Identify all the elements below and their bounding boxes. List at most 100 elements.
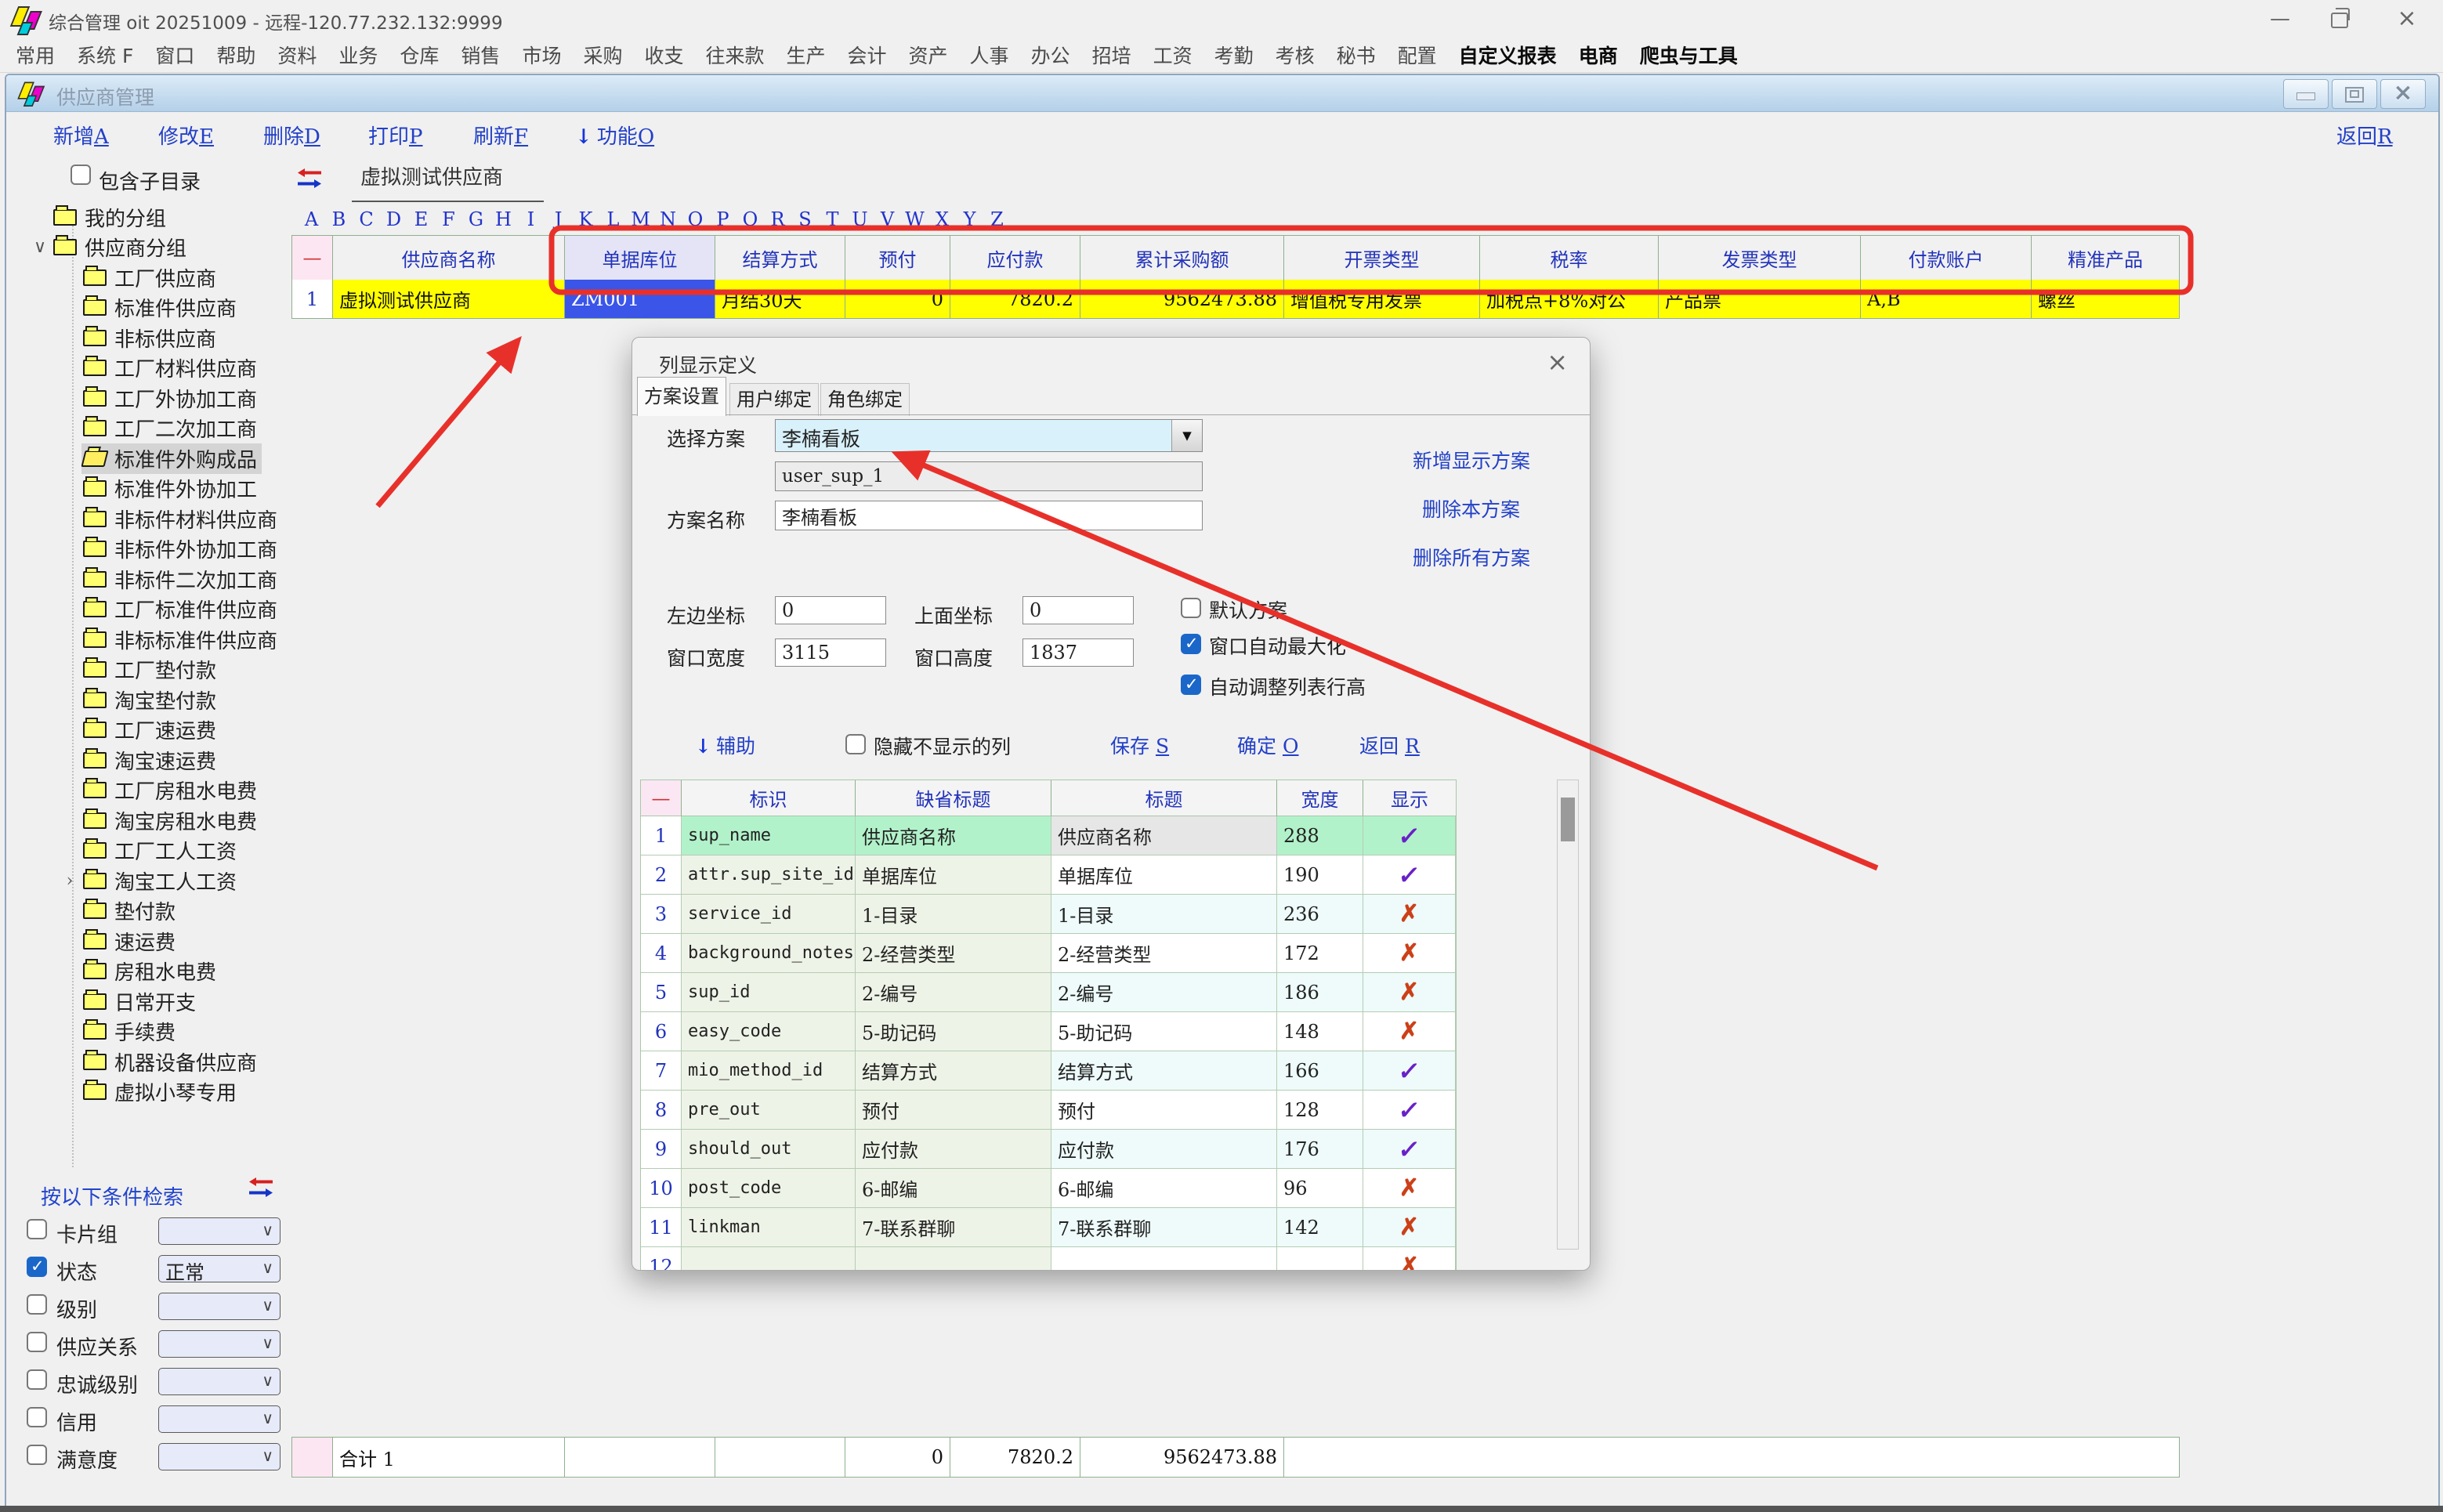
col-header-10[interactable]: 付款账户: [1861, 236, 2032, 280]
grid-cell-5-5[interactable]: ✗: [1363, 973, 1456, 1012]
alpha-P[interactable]: P: [709, 208, 737, 230]
tree-item-28[interactable]: 机器设备供应商: [9, 1047, 290, 1077]
alpha-O[interactable]: O: [682, 208, 709, 230]
grid-cell-4-3[interactable]: 2-经营类型: [1051, 934, 1277, 973]
grid-cell-6-3[interactable]: 5-助记码: [1051, 1012, 1277, 1051]
alpha-E[interactable]: E: [407, 208, 435, 230]
grid-cell-8-2[interactable]: 预付: [856, 1091, 1051, 1130]
grid-cell-10-2[interactable]: 6-邮编: [856, 1169, 1051, 1208]
filter-checkbox-2[interactable]: [27, 1294, 47, 1315]
menu-item-17[interactable]: 招培: [1081, 41, 1142, 69]
row-cell-1[interactable]: 虚拟测试供应商: [333, 280, 565, 318]
grid-cell-10-0[interactable]: 10: [641, 1169, 682, 1208]
alpha-K[interactable]: K: [572, 208, 599, 230]
tree-item-0[interactable]: 我的分组: [9, 202, 290, 233]
row-cell-4[interactable]: 0: [845, 280, 950, 318]
menu-item-24[interactable]: 电商: [1568, 41, 1629, 69]
grid-cell-9-4[interactable]: 176: [1277, 1130, 1363, 1169]
grid-row-11[interactable]: 11linkman7-联系群聊7-联系群聊142✗: [641, 1208, 1456, 1247]
helper-button[interactable]: ↓辅助: [695, 731, 755, 759]
grid-cell-8-1[interactable]: pre_out: [682, 1091, 856, 1130]
col-header-1[interactable]: 供应商名称: [333, 236, 565, 280]
grid-row-3[interactable]: 3service_id1-目录1-目录236✗: [641, 895, 1456, 934]
menu-item-10[interactable]: 收支: [633, 41, 694, 69]
tree-item-21[interactable]: 工厂工人工资: [9, 836, 290, 866]
menu-item-1[interactable]: 系统 F: [66, 41, 144, 69]
tree-item-27[interactable]: 手续费: [9, 1017, 290, 1047]
alpha-C[interactable]: C: [353, 208, 380, 230]
grid-cell-7-4[interactable]: 166: [1277, 1051, 1363, 1091]
grid-cell-3-0[interactable]: 3: [641, 895, 682, 934]
tree-item-23[interactable]: 垫付款: [9, 896, 290, 927]
menu-item-16[interactable]: 办公: [1020, 41, 1081, 69]
grid-cell-11-2[interactable]: 7-联系群聊: [856, 1208, 1051, 1247]
tree-item-26[interactable]: 日常开支: [9, 986, 290, 1017]
delete-plan-link[interactable]: 删除本方案: [1422, 494, 1520, 523]
grid-cell-6-2[interactable]: 5-助记码: [856, 1012, 1051, 1051]
tree-item-25[interactable]: 房租水电费: [9, 957, 290, 987]
menu-item-4[interactable]: 资料: [266, 41, 328, 69]
grid-cell-9-0[interactable]: 9: [641, 1130, 682, 1169]
grid-cell-2-5[interactable]: ✓: [1363, 855, 1456, 895]
menu-item-2[interactable]: 窗口: [144, 41, 205, 69]
grid-cell-11-0[interactable]: 11: [641, 1208, 682, 1247]
grid-cell-8-0[interactable]: 8: [641, 1091, 682, 1130]
grid-cell-7-1[interactable]: mio_method_id: [682, 1051, 856, 1091]
grid-row-6[interactable]: 6easy_code5-助记码5-助记码148✗: [641, 1012, 1456, 1051]
grid-cell-3-2[interactable]: 1-目录: [856, 895, 1051, 934]
grid-cell-8-3[interactable]: 预付: [1051, 1091, 1277, 1130]
grid-cell-10-4[interactable]: 96: [1277, 1169, 1363, 1208]
filter-checkbox-0[interactable]: [27, 1219, 47, 1239]
grid-cell-5-4[interactable]: 186: [1277, 973, 1363, 1012]
alpha-F[interactable]: F: [435, 208, 462, 230]
tree-item-6[interactable]: 工厂外协加工商: [9, 383, 290, 414]
delete-all-plans-link[interactable]: 删除所有方案: [1413, 543, 1530, 571]
col-header-9[interactable]: 发票类型: [1659, 236, 1861, 280]
default-plan-checkbox[interactable]: 默认方案: [1181, 598, 1201, 618]
alpha-G[interactable]: G: [462, 208, 490, 230]
menu-item-25[interactable]: 爬虫与工具: [1629, 41, 1749, 69]
alpha-W[interactable]: W: [901, 208, 928, 230]
function-button[interactable]: ↓功能O: [575, 121, 654, 150]
row-cell-11[interactable]: 螺丝: [2032, 280, 2179, 318]
grid-cell-1-5[interactable]: ✓: [1363, 816, 1456, 855]
grid-cell-4-5[interactable]: ✗: [1363, 934, 1456, 973]
print-button[interactable]: 打印P: [368, 121, 423, 150]
grid-cell-12-3[interactable]: [1051, 1247, 1277, 1271]
grid-row-7[interactable]: 7mio_method_id结算方式结算方式166✓: [641, 1051, 1456, 1091]
alpha-U[interactable]: U: [846, 208, 874, 230]
tree-item-10[interactable]: 非标件材料供应商: [9, 504, 290, 534]
alpha-V[interactable]: V: [874, 208, 901, 230]
menu-item-22[interactable]: 配置: [1387, 41, 1448, 69]
grid-cell-2-3[interactable]: 单据库位: [1051, 855, 1277, 895]
menu-item-14[interactable]: 资产: [898, 41, 959, 69]
alpha-I[interactable]: I: [517, 208, 545, 230]
alpha-D[interactable]: D: [380, 208, 407, 230]
menu-item-18[interactable]: 工资: [1142, 41, 1203, 69]
grid-cell-12-5[interactable]: ✗: [1363, 1247, 1456, 1271]
back-button[interactable]: 返回 R: [1359, 731, 1420, 759]
row-cell-9[interactable]: 产品票: [1659, 280, 1861, 318]
grid-cell-11-4[interactable]: 142: [1277, 1208, 1363, 1247]
tree-item-16[interactable]: 淘宝垫付款: [9, 685, 290, 715]
grid-cell-1-3[interactable]: 供应商名称: [1051, 816, 1277, 855]
grid-row-12[interactable]: 12✗: [641, 1247, 1456, 1271]
auto-row-height-checkbox[interactable]: 自动调整列表行高: [1181, 675, 1201, 695]
plan-select[interactable]: 李楠看板 ▼: [775, 419, 1203, 452]
menu-item-9[interactable]: 采购: [572, 41, 633, 69]
alpha-X[interactable]: X: [928, 208, 956, 230]
grid-col-header-2[interactable]: 缺省标题: [856, 780, 1051, 816]
grid-col-header-4[interactable]: 宽度: [1277, 780, 1363, 816]
tab-supplier[interactable]: 虚拟测试供应商: [360, 161, 503, 190]
tree-item-22[interactable]: ›淘宝工人工资: [9, 866, 290, 896]
delete-button[interactable]: 删除D: [263, 121, 320, 150]
grid-col-header-0[interactable]: —: [641, 780, 682, 816]
grid-cell-2-2[interactable]: 单据库位: [856, 855, 1051, 895]
row-cell-5[interactable]: 7820.2: [950, 280, 1080, 318]
filter-dropdown-6[interactable]: ∨: [158, 1443, 280, 1470]
col-header-5[interactable]: 应付款: [950, 236, 1080, 280]
filter-dropdown-0[interactable]: ∨: [158, 1217, 280, 1245]
window-minimize-icon[interactable]: [2283, 79, 2329, 109]
tree-item-19[interactable]: 工厂房租水电费: [9, 776, 290, 806]
grid-cell-9-2[interactable]: 应付款: [856, 1130, 1051, 1169]
